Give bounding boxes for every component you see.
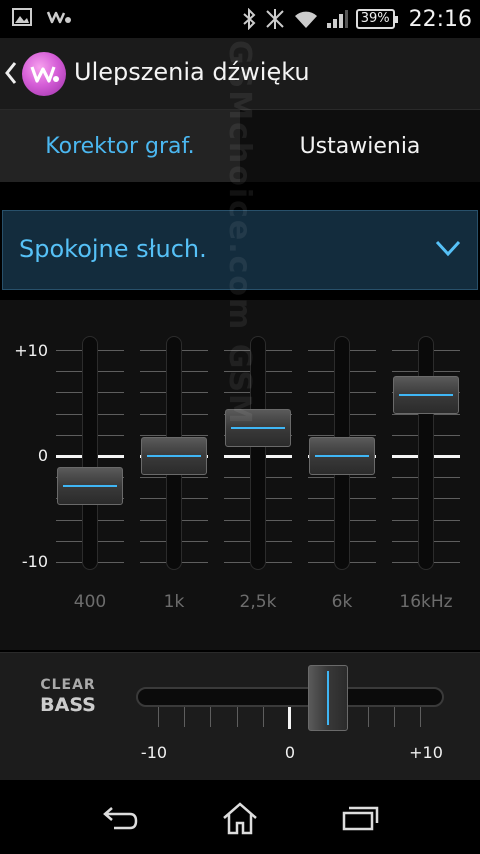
home-icon [223,802,257,835]
back-button[interactable] [90,798,150,838]
eq-slider-handle[interactable] [225,409,291,448]
preset-dropdown[interactable]: Spokojne słuch. [2,210,478,290]
navigation-bar [0,780,480,854]
eq-slider-handle[interactable] [141,437,207,475]
status-time: 22:16 [408,6,472,32]
band-label: 2,5k [239,592,277,612]
eq-slider-handle[interactable] [393,375,459,414]
slider-indicator-line [63,484,117,487]
clear-bass-slider-handle[interactable] [308,665,349,731]
bass-tick-mark [262,707,264,727]
walkman-logo-icon [30,66,59,83]
eq-slider-handle[interactable] [309,437,375,475]
bass-tick-mark [236,707,238,727]
clear-bass-slider-track[interactable] [136,687,444,707]
clear-bass-logo: CLEAR BASS [38,677,98,716]
clear-bass-logo-bottom: BASS [38,694,98,716]
clear-bass-logo-top: CLEAR [40,677,96,693]
bass-tick-mark [210,707,212,727]
eq-slider-track[interactable] [250,336,266,570]
band-label: 400 [73,592,107,612]
nfc-icon [265,9,284,29]
preset-selected-value: Spokojne słuch. [19,235,207,263]
chevron-down-icon [435,240,461,257]
recent-apps-icon [342,806,379,831]
eq-slider-handle[interactable] [57,466,123,505]
eq-slider-track[interactable] [418,336,434,570]
slider-indicator-line [399,393,453,396]
bass-scale-zero: 0 [284,743,296,762]
up-chevron-icon[interactable] [4,60,18,86]
graphic-equalizer: +10 0 -10 400 1k 2,5k 6k 16kHz [0,300,480,650]
bass-tick-mark [184,707,186,727]
bass-tick-mark [420,707,421,727]
eq-slider-track[interactable] [82,336,98,570]
band-label: 6k [331,592,353,612]
bass-zero-mark [288,707,291,729]
slider-indicator-line [315,455,369,457]
eq-scale-bottom: -10 [21,552,48,571]
bass-tick-mark [393,707,395,727]
walkman-icon [46,11,71,24]
bass-scale-min: -10 [140,743,168,762]
tab-bar: Korektor graf. Ustawienia [0,110,480,182]
band-label: 1k [163,592,185,612]
signal-icon [326,10,348,28]
action-bar: Ulepszenia dźwięku [0,38,480,110]
slider-indicator-line [231,427,285,430]
tab-graphic-equalizer[interactable]: Korektor graf. [0,110,240,182]
band-label: 16kHz [399,592,453,612]
bass-tick-mark [158,707,159,727]
page-title: Ulepszenia dźwięku [74,58,310,86]
tab-settings[interactable]: Ustawienia [240,110,480,182]
battery-indicator: 39% [355,9,398,29]
bass-tick-mark [367,707,369,727]
picture-icon [12,8,32,26]
slider-indicator-line [327,671,330,725]
status-bar: 39% 22:16 [0,0,480,38]
bluetooth-icon [243,8,256,30]
wifi-icon [294,11,317,28]
slider-indicator-line [147,455,201,457]
bass-scale-max: +10 [409,743,443,762]
walkman-app-logo[interactable] [22,52,66,96]
recent-apps-button[interactable] [330,798,390,838]
eq-scale-top: +10 [14,341,48,360]
eq-scale-zero: 0 [37,446,48,465]
back-icon [103,807,138,830]
clear-bass-panel: CLEAR BASS -10 0 +10 [0,652,480,780]
home-button[interactable] [210,798,270,838]
